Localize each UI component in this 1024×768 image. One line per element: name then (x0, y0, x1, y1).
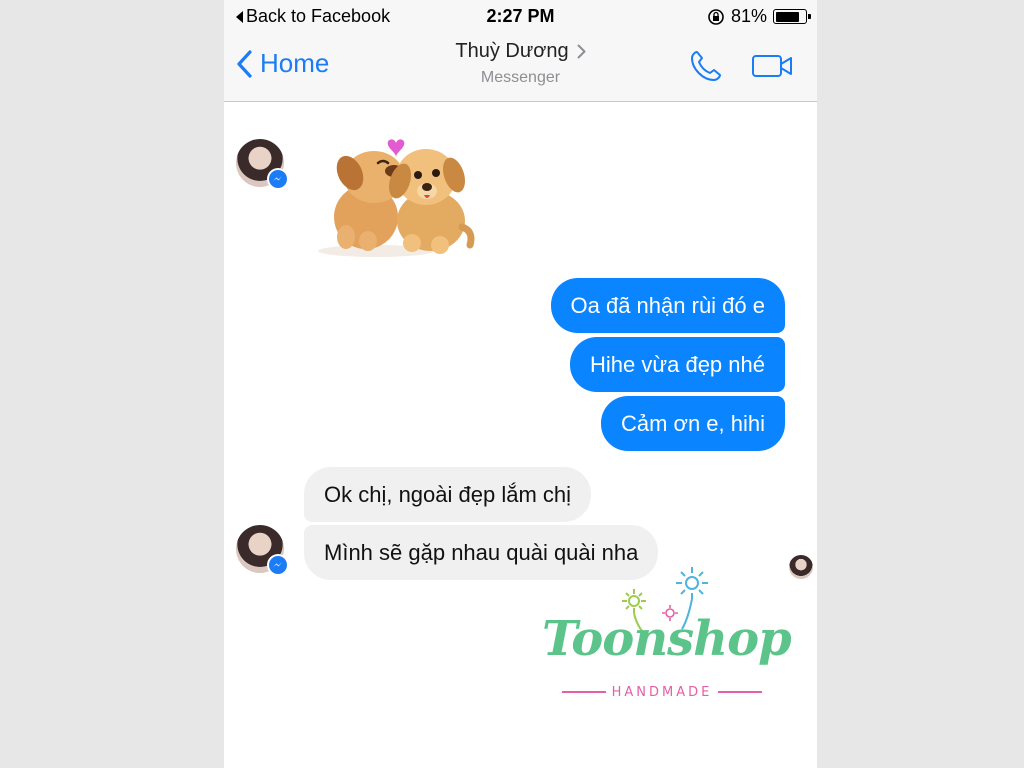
video-icon[interactable] (751, 53, 793, 79)
toonshop-logo-text: Toonshop (542, 611, 792, 667)
battery-percent: 81% (730, 6, 767, 26)
messenger-badge-icon (267, 168, 289, 190)
header-actions (689, 49, 793, 83)
status-bar: Back to Facebook 2:27 PM 81% (224, 0, 817, 32)
battery-icon (773, 9, 811, 24)
incoming-message[interactable]: Ok chị, ngoài đẹp lắm chị (304, 467, 592, 522)
status-right: 81% (707, 6, 811, 27)
battery-fill (775, 11, 799, 22)
contact-avatar[interactable] (236, 139, 289, 190)
messenger-badge-icon (267, 554, 289, 576)
rotation-lock-icon (708, 8, 724, 25)
outgoing-message[interactable]: Oa đã nhận rùi đó e (550, 278, 785, 333)
handmade-tagline: HANDMADE (562, 685, 762, 700)
message-list[interactable]: Oa đã nhận rùi đó e Hihe vừa đẹp nhé Cảm… (224, 103, 817, 768)
outgoing-message[interactable]: Hihe vừa đẹp nhé (570, 337, 785, 392)
conversation-header: Home Thuỳ Dương Messenger (224, 32, 817, 102)
toonshop-watermark: Toonshop HANDMADE (542, 563, 792, 713)
seen-indicator-avatar (789, 555, 813, 579)
two-puppies-kissing-sticker[interactable] (316, 129, 476, 259)
chevron-right-icon (577, 44, 586, 59)
phone-icon[interactable] (689, 49, 723, 83)
contact-avatar[interactable] (236, 525, 289, 576)
messenger-screen: Back to Facebook 2:27 PM 81% Home Thuỳ D… (224, 0, 817, 768)
contact-name: Thuỳ Dương (455, 40, 569, 62)
outgoing-message[interactable]: Cảm ơn e, hihi (600, 396, 785, 451)
